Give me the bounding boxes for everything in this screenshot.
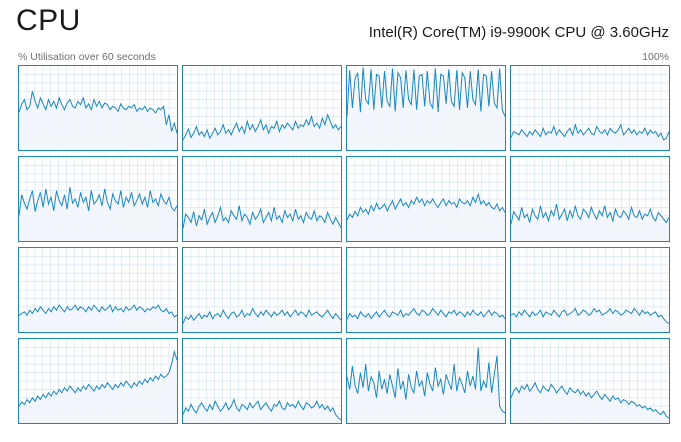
core-graph-svg (347, 157, 505, 241)
core-graph-svg (347, 248, 505, 332)
core-graph-8 (18, 247, 178, 333)
core-graph-svg (19, 157, 177, 241)
core-graph-svg (183, 157, 341, 241)
core-graph-svg (511, 66, 669, 150)
core-graph-2 (346, 65, 506, 151)
logical-processor-graph-grid (18, 65, 670, 427)
core-graph-13 (182, 338, 342, 424)
core-graph-9 (182, 247, 342, 333)
core-graph-15 (510, 338, 670, 424)
core-graph-svg (183, 248, 341, 332)
core-graph-3 (510, 65, 670, 151)
core-graph-svg (183, 66, 341, 150)
core-graph-svg (183, 339, 341, 423)
core-graph-svg (347, 339, 505, 423)
core-graph-5 (182, 156, 342, 242)
cpu-model-name: Intel(R) Core(TM) i9-9900K CPU @ 3.60GHz (368, 24, 669, 41)
core-graph-svg (19, 248, 177, 332)
core-graph-12 (18, 338, 178, 424)
core-graph-svg (511, 339, 669, 423)
core-graph-svg (511, 157, 669, 241)
core-graph-7 (510, 156, 670, 242)
core-graph-14 (346, 338, 506, 424)
core-graph-1 (182, 65, 342, 151)
core-graph-svg (19, 339, 177, 423)
core-graph-6 (346, 156, 506, 242)
core-graph-11 (510, 247, 670, 333)
core-graph-svg (347, 66, 505, 150)
max-scale-label: 100% (642, 51, 669, 63)
core-graph-0 (18, 65, 178, 151)
core-graph-10 (346, 247, 506, 333)
page-title: CPU (16, 4, 81, 37)
core-graph-svg (511, 248, 669, 332)
utilisation-axis-label: % Utilisation over 60 seconds (18, 51, 156, 63)
core-graph-4 (18, 156, 178, 242)
core-graph-svg (19, 66, 177, 150)
